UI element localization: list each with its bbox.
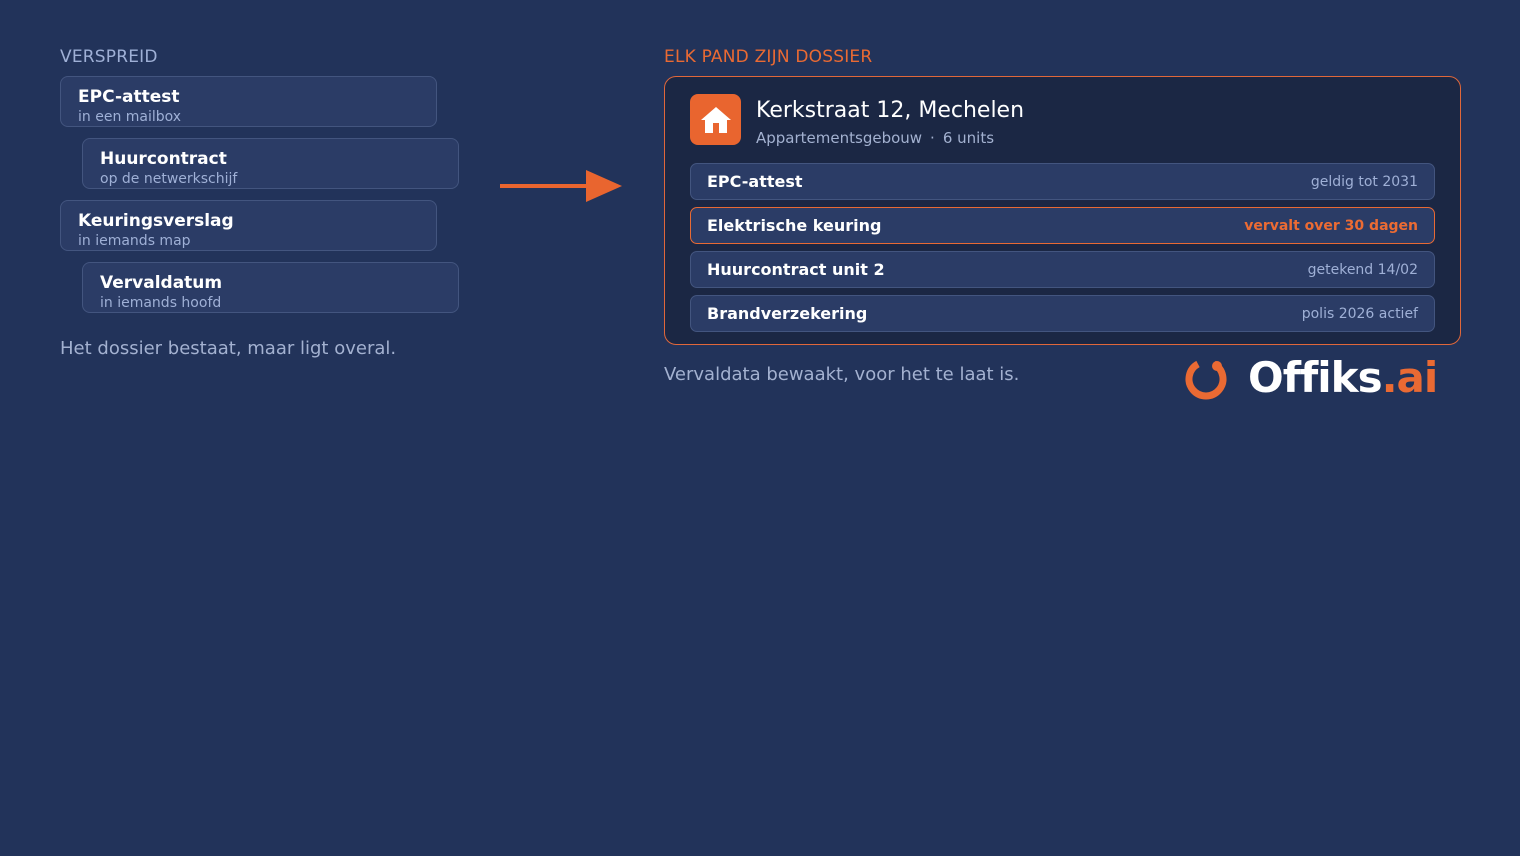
meta-separator: · [930, 129, 935, 147]
brand-logo: Offiks.ai [1184, 353, 1439, 403]
scattered-item-huurcontract: Huurcontract op de netwerkschijf [82, 138, 459, 189]
document-row-huurcontract[interactable]: Huurcontract unit 2 getekend 14/02 [690, 251, 1435, 288]
document-row-elektrische-keuring[interactable]: Elektrische keuring vervalt over 30 dage… [690, 207, 1435, 244]
property-title: Kerkstraat 12, Mechelen [756, 98, 1025, 123]
scattered-item-subtitle: in iemands hoofd [100, 295, 222, 311]
scattered-heading: VERSPREID [60, 47, 158, 67]
scattered-item-title: Huurcontract [100, 149, 227, 169]
brand-name-suffix: .ai [1381, 353, 1439, 402]
brand-name: Offiks.ai [1248, 353, 1439, 403]
document-name: Elektrische keuring [707, 216, 882, 235]
property-meta: Appartementsgebouw · 6 units [756, 129, 994, 147]
scattered-caption: Het dossier bestaat, maar ligt overal. [60, 338, 397, 359]
document-status: polis 2026 actief [1301, 305, 1418, 322]
document-name: Brandverzekering [707, 304, 868, 323]
dossier-caption: Vervaldata bewaakt, voor het te laat is. [664, 364, 1020, 385]
property-type: Appartementsgebouw [756, 129, 923, 147]
document-status-warning: vervalt over 30 dagen [1244, 217, 1418, 234]
scattered-item-title: Vervaldatum [100, 273, 223, 293]
document-name: EPC-attest [707, 172, 803, 191]
scattered-item-epc: EPC-attest in een mailbox [60, 76, 437, 127]
house-icon [690, 94, 741, 145]
scattered-item-vervaldatum: Vervaldatum in iemands hoofd [82, 262, 459, 313]
document-row-epc[interactable]: EPC-attest geldig tot 2031 [690, 163, 1435, 200]
ring-logo-icon [1185, 360, 1227, 400]
scattered-item-subtitle: in een mailbox [78, 109, 182, 125]
dossier-heading: ELK PAND ZIJN DOSSIER [664, 47, 873, 67]
document-status: getekend 14/02 [1307, 261, 1418, 278]
document-status: geldig tot 2031 [1310, 173, 1418, 190]
scattered-item-subtitle: in iemands map [78, 233, 191, 249]
scattered-item-title: Keuringsverslag [78, 211, 234, 231]
scattered-item-keuringsverslag: Keuringsverslag in iemands map [60, 200, 437, 251]
property-units: 6 units [942, 129, 995, 147]
scattered-item-title: EPC-attest [78, 87, 180, 107]
scattered-item-subtitle: op de netwerkschijf [100, 171, 238, 187]
document-row-brandverzekering[interactable]: Brandverzekering polis 2026 actief [690, 295, 1435, 332]
brand-name-main: Offiks [1248, 353, 1383, 402]
property-dossier-card: Kerkstraat 12, Mechelen Appartementsgebo… [664, 76, 1461, 345]
arrow-right-icon [500, 170, 622, 202]
document-name: Huurcontract unit 2 [707, 260, 885, 279]
